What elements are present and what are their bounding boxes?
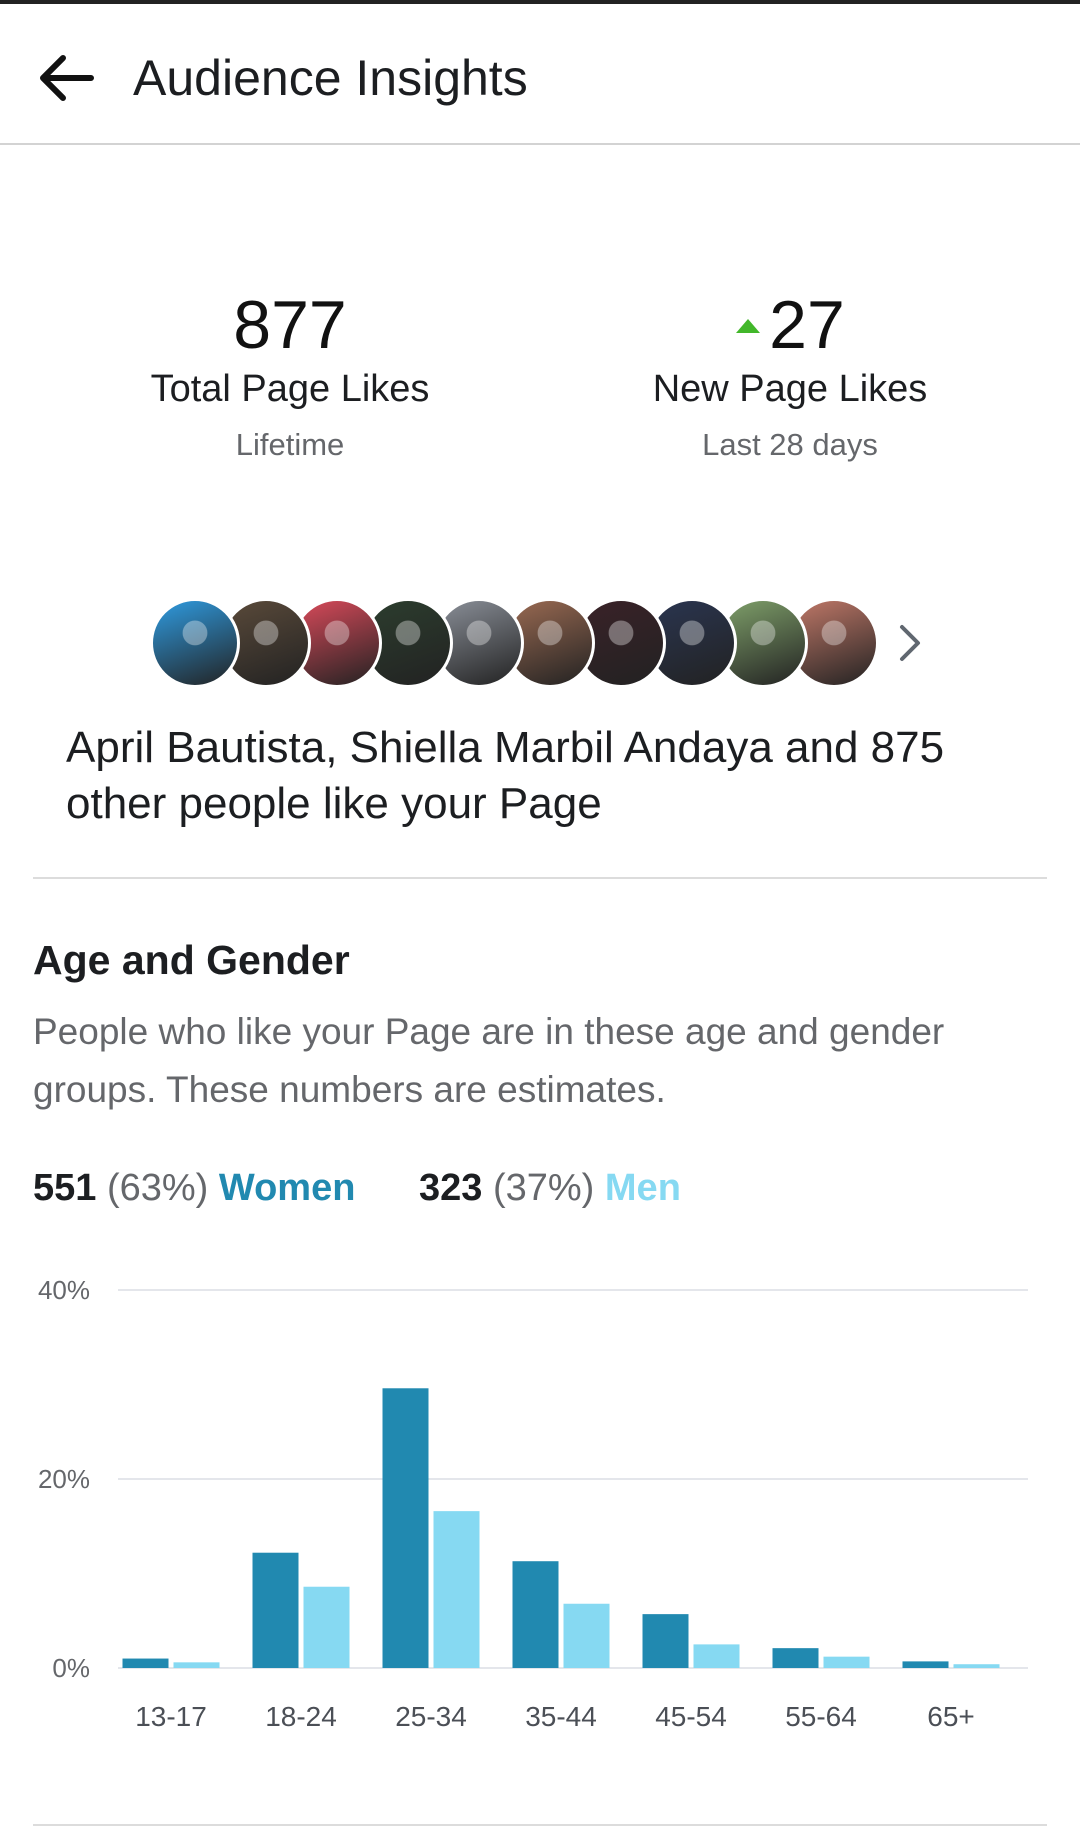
bar-women-18-24	[252, 1552, 299, 1668]
x-tick-label: 45-54	[655, 1701, 727, 1732]
total-likes-period: Lifetime	[235, 427, 345, 462]
liker-avatars[interactable]	[150, 598, 950, 688]
men-summary: 323 (37%) Men	[419, 1163, 681, 1213]
x-tick-label: 65+	[927, 1701, 975, 1732]
page-title: Audience Insights	[133, 50, 528, 106]
bar-men-55-64	[823, 1656, 870, 1668]
back-button[interactable]	[30, 46, 100, 110]
new-likes-period: Last 28 days	[702, 427, 878, 462]
total-page-likes-stat: 877 Total Page Likes Lifetime	[100, 285, 480, 465]
men-percent: (37%)	[492, 1167, 595, 1209]
women-count: 551	[33, 1167, 97, 1209]
new-page-likes-stat: 27 New Page Likes Last 28 days	[600, 285, 980, 465]
avatar[interactable]	[150, 598, 240, 688]
age-gender-chart: 40% 20% 0% 13-17 18-24 25-34 35-44 45-54 55-64 65…	[38, 1275, 1028, 1732]
section-divider	[33, 877, 1047, 879]
total-likes-label: Total Page Likes	[150, 368, 430, 410]
app-header: Audience Insights	[0, 4, 1080, 145]
men-label: Men	[604, 1167, 681, 1209]
bar-men-65+	[953, 1664, 1000, 1668]
x-tick-label: 13-17	[135, 1701, 207, 1732]
y-tick-label: 40%	[38, 1275, 90, 1305]
bar-women-13-17	[122, 1658, 169, 1668]
bar-men-45-54	[693, 1644, 740, 1668]
women-summary: 551 (63%) Women	[33, 1163, 355, 1213]
bar-men-18-24	[303, 1586, 350, 1668]
chevron-right-icon	[900, 625, 920, 661]
new-likes-value: 27	[769, 287, 845, 363]
men-count: 323	[419, 1167, 483, 1209]
x-tick-label: 55-64	[785, 1701, 857, 1732]
triangle-up-icon	[736, 319, 761, 334]
x-tick-label: 25-34	[395, 1701, 467, 1732]
age-gender-title: Age and Gender	[33, 937, 350, 983]
women-percent: (63%)	[106, 1167, 209, 1209]
bar-women-45-54	[642, 1614, 689, 1668]
section-divider-bottom	[33, 1824, 1047, 1826]
y-tick-label: 20%	[38, 1464, 90, 1494]
arrow-left-icon	[40, 55, 94, 101]
bar-women-55-64	[772, 1648, 819, 1668]
y-tick-label: 0%	[52, 1653, 90, 1683]
age-gender-description: People who like your Page are in these a…	[33, 1011, 945, 1110]
x-tick-label: 35-44	[525, 1701, 597, 1732]
bar-men-25-34	[433, 1511, 480, 1668]
bar-women-65+	[902, 1661, 949, 1668]
total-likes-value: 877	[233, 287, 347, 363]
bar-men-35-44	[563, 1603, 610, 1668]
likers-summary[interactable]: April Bautista, Shiella Marbil Andaya an…	[66, 720, 966, 832]
bar-women-35-44	[512, 1561, 559, 1668]
bar-women-25-34	[382, 1388, 429, 1668]
bar-men-13-17	[173, 1662, 220, 1668]
women-label: Women	[218, 1167, 356, 1209]
x-tick-label: 18-24	[265, 1701, 337, 1732]
see-all-likers-button[interactable]	[890, 620, 930, 666]
new-likes-label: New Page Likes	[652, 368, 928, 410]
